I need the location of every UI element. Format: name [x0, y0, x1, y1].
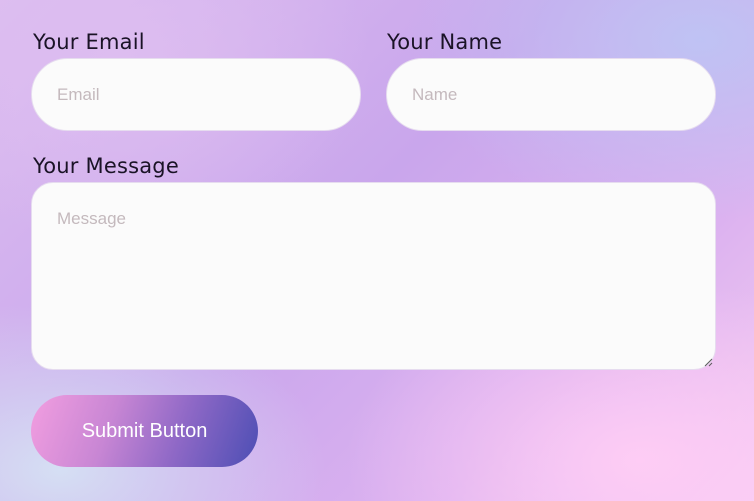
message-textarea[interactable]	[31, 182, 716, 370]
email-label: Your Email	[33, 30, 145, 54]
message-label: Your Message	[33, 154, 179, 178]
name-label: Your Name	[387, 30, 503, 54]
name-input[interactable]	[386, 58, 716, 131]
email-input[interactable]	[31, 58, 361, 131]
resize-handle-icon[interactable]	[703, 357, 713, 367]
submit-button[interactable]: Submit Button	[31, 395, 258, 467]
